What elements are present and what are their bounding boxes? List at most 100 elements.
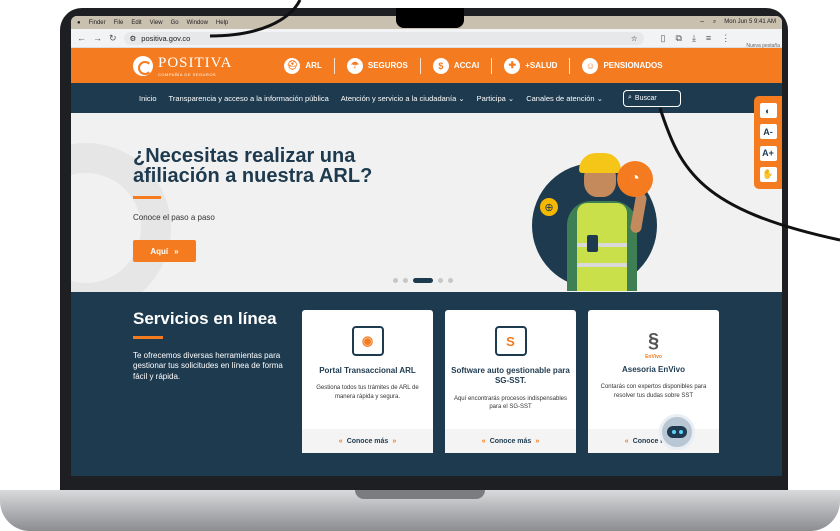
menu-file[interactable]: File (114, 20, 124, 26)
card-link-label: Conoce más (489, 437, 532, 445)
menu-finder[interactable]: Finder (89, 20, 106, 26)
extensions-icon[interactable]: ⧉ (676, 33, 682, 44)
top-nav-seguros[interactable]: ☂ SEGUROS (335, 57, 421, 74)
bookmark-star-icon[interactable]: ☆ (631, 34, 638, 43)
carousel-dot[interactable] (438, 278, 443, 283)
wifi-icon[interactable]: ⌔ (699, 19, 705, 27)
service-card-software[interactable]: S Software auto gestionable para SG-SST.… (445, 310, 576, 453)
hero-cta-button[interactable]: Aquí » (133, 240, 196, 262)
card-link-conoce-mas[interactable]: « Conoce más » (588, 429, 719, 453)
menu-go[interactable]: Go (171, 20, 179, 26)
back-icon[interactable]: ← (77, 33, 86, 43)
menu-help[interactable]: Help (216, 20, 228, 26)
hero-title: ¿Necesitas realizar una afiliación a nue… (133, 145, 373, 188)
nav-inicio[interactable]: Inicio (139, 94, 157, 103)
clock: Mon Jun 5 9:41 AM (724, 18, 776, 25)
logo-subtext: COMPAÑÍA DE SEGUROS (158, 72, 217, 77)
carousel-dot[interactable] (448, 278, 453, 283)
increase-font-icon[interactable]: A+ (759, 145, 777, 161)
forward-icon[interactable]: → (93, 33, 102, 43)
sidepanel-icon[interactable]: ▯ (661, 33, 666, 44)
reload-icon[interactable]: ↻ (109, 33, 117, 44)
services-title: Servicios en línea (133, 309, 277, 328)
reading-list-icon[interactable]: ≡ (706, 33, 711, 44)
carousel-dot[interactable] (393, 278, 398, 283)
globe-icon: ⊕ (537, 195, 561, 219)
menu-dots-icon[interactable]: ⋮ (721, 33, 730, 44)
carousel-dot-active[interactable] (413, 278, 433, 283)
carousel-dot[interactable] (403, 278, 408, 283)
top-nav-label: SEGUROS (367, 61, 408, 70)
top-header: POSITIVA COMPAÑÍA DE SEGUROS ⛑ ARL ☂ SEG… (71, 48, 782, 83)
chatbot-button[interactable] (659, 414, 695, 450)
profile-note: Nueva pestaña (746, 43, 780, 49)
hero-banner: ¿Necesitas realizar una afiliación a nue… (71, 113, 782, 292)
card-text: Gestiona todos tus trámites de ARL de ma… (316, 385, 419, 400)
sign-language-icon[interactable]: ✋ (759, 166, 777, 182)
top-nav-label: PENSIONADOS (603, 61, 663, 70)
double-chevron-right-icon: » (392, 437, 397, 445)
card-text: Aquí encontrarás procesos indispensables… (453, 395, 568, 411)
menu-view[interactable]: View (150, 20, 163, 26)
logo-text: POSITIVA (158, 55, 233, 71)
site-info-icon[interactable]: ⚙ (130, 34, 137, 43)
hardhat-icon (579, 153, 621, 173)
contrast-icon[interactable]: ◐ (759, 103, 777, 119)
top-nav-arl[interactable]: ⛑ ARL (272, 57, 335, 74)
url-text: positiva.gov.co (141, 33, 191, 43)
hero-cta-label: Aquí (150, 246, 169, 256)
search-icon[interactable]: ⌕ (713, 19, 716, 27)
chevron-down-icon: ⌄ (596, 93, 603, 103)
nav-atencion-label: Atención y servicio a la ciudadanía (340, 93, 457, 103)
laptop-icon: ◉ (351, 326, 384, 356)
laptop-base (0, 490, 840, 531)
decrease-font-icon[interactable]: A- (759, 124, 777, 140)
service-card-envivo[interactable]: § EnVivo Asesoria EnVivo Contarás con ex… (588, 310, 719, 453)
nav-atencion[interactable]: Atención y servicio a la ciudadanía ⌄ (341, 94, 465, 103)
card-title: Software auto gestionable para SG-SST. (451, 366, 570, 386)
services-accent-line (133, 336, 163, 339)
menu-edit[interactable]: Edit (131, 20, 141, 26)
download-icon[interactable]: ⤓ (692, 33, 696, 44)
top-nav-salud[interactable]: ✚ +SALUD (492, 57, 571, 74)
vest-stripe (577, 263, 627, 267)
worker-vest (577, 203, 627, 291)
card-link-conoce-mas[interactable]: « Conoce más » (445, 429, 576, 453)
vest-stripe (577, 243, 627, 247)
nav-canales[interactable]: Canales de atención ⌄ (526, 94, 603, 103)
nav-participa[interactable]: Participa ⌄ (477, 94, 515, 103)
card-link-label: Conoce más (346, 437, 389, 445)
top-nav-label: ARL (305, 61, 322, 70)
double-chevron-right-icon: » (174, 246, 179, 256)
positiva-logo[interactable]: POSITIVA COMPAÑÍA DE SEGUROS (133, 54, 232, 77)
main-nav: Inicio Transparencia y acceso a la infor… (71, 83, 782, 113)
service-card-portal[interactable]: ◉ Portal Transaccional ARL Gestiona todo… (302, 310, 433, 453)
robot-eye (671, 430, 676, 434)
laptop-icon: S (494, 326, 527, 356)
card-link-conoce-mas[interactable]: « Conoce más » (302, 429, 433, 453)
card-text: Contarás con expertos disponibles para r… (600, 384, 707, 399)
shield-plus-icon: ✚ (504, 57, 521, 74)
accessibility-toolbar: ◐ A- A+ ✋ (754, 96, 782, 189)
umbrella-icon: ☂ (346, 57, 363, 74)
robot-icon (667, 426, 687, 438)
search-icon: ⌕ (628, 94, 632, 101)
logo-badge-icon: ◔ (617, 161, 653, 197)
address-bar[interactable]: ⚙ positiva.gov.co ☆ (123, 31, 644, 45)
search-input[interactable]: ⌕ Buscar (623, 89, 681, 107)
top-nav-accai[interactable]: $ ACCAI (421, 57, 493, 74)
chevron-down-icon: ⌄ (458, 93, 465, 103)
dollar-icon: $ (432, 57, 449, 74)
double-chevron-right-icon: » (535, 437, 540, 445)
envivo-logo-icon: § (647, 329, 660, 352)
nav-transparencia[interactable]: Transparencia y acceso a la información … (169, 94, 329, 103)
hero-accent-line (133, 196, 161, 199)
menu-window[interactable]: Window (187, 20, 208, 26)
apple-icon[interactable]: ● (77, 20, 81, 26)
carousel-dots (393, 278, 453, 283)
top-nav-pensionados[interactable]: ☺ PENSIONADOS (570, 57, 674, 74)
hero-illustration: ◔ ⊕ (529, 143, 689, 291)
nav-canales-label: Canales de atención (526, 93, 595, 103)
screen: ● Finder File Edit View Go Window Help ⌔… (71, 16, 782, 476)
card-title: Asesoria EnVivo (622, 365, 685, 374)
